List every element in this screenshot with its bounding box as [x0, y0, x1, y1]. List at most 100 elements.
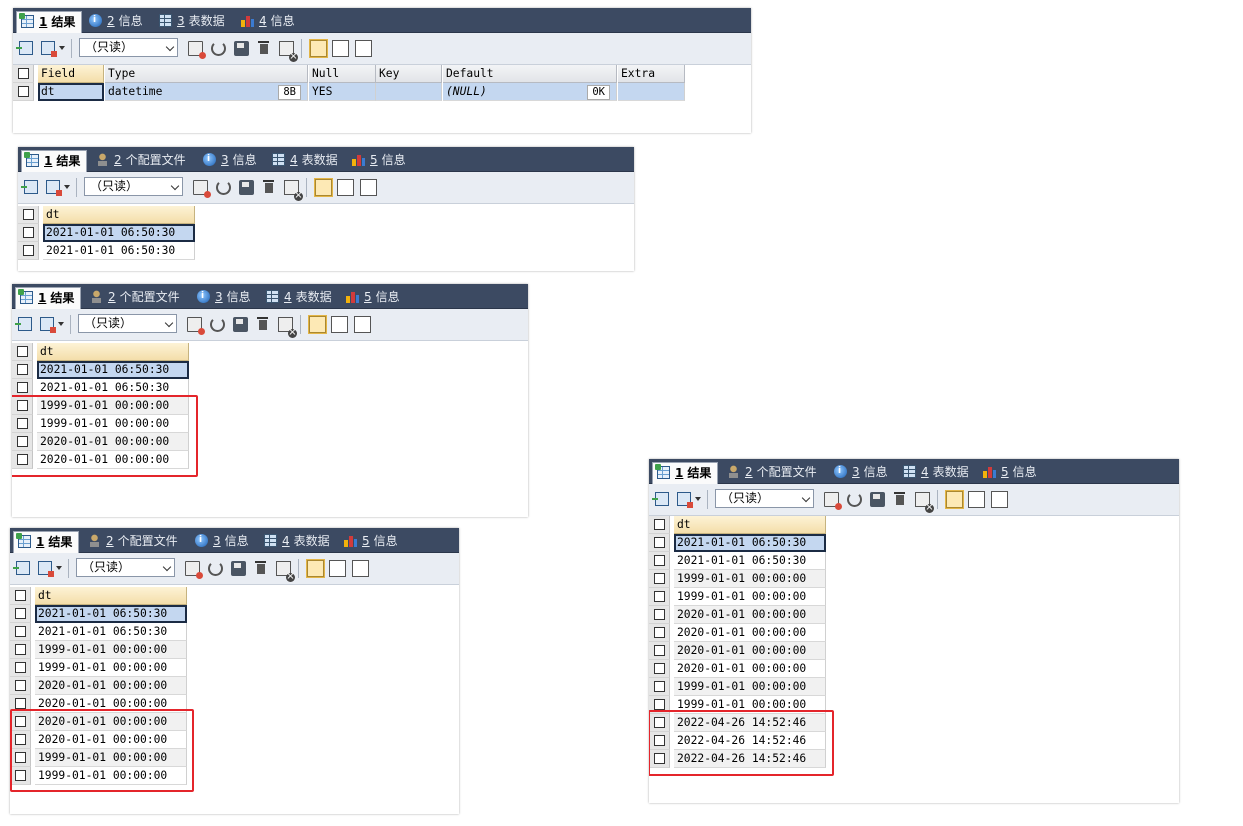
- checkbox[interactable]: [15, 626, 26, 637]
- table-row[interactable]: 2021-01-01 06:50:30: [649, 552, 827, 570]
- tab-info[interactable]: 3信息: [199, 149, 257, 171]
- form-view-icon[interactable]: [329, 560, 346, 577]
- checkbox[interactable]: [654, 699, 665, 710]
- cell-dt[interactable]: 1999-01-01 00:00:00: [35, 659, 187, 677]
- tab-profiles[interactable]: 2 个配置文件: [84, 531, 178, 552]
- delete-icon[interactable]: [256, 317, 271, 332]
- tab-profiles[interactable]: 2 个配置文件: [723, 462, 817, 483]
- save-icon[interactable]: [234, 41, 249, 56]
- column-header[interactable]: Null: [309, 65, 376, 83]
- text-view-icon[interactable]: [360, 179, 377, 196]
- clear-icon[interactable]: [915, 492, 934, 513]
- cell-dt[interactable]: 2021-01-01 06:50:30: [43, 242, 195, 260]
- grid-view-icon[interactable]: [308, 315, 327, 334]
- tab-result[interactable]: 1 结果: [21, 150, 87, 172]
- tab-info[interactable]: 3信息: [830, 461, 888, 483]
- checkbox[interactable]: [23, 209, 34, 220]
- row-select-cell[interactable]: [10, 659, 31, 677]
- row-select-cell[interactable]: [649, 534, 670, 552]
- import-icon[interactable]: [38, 561, 54, 577]
- column-header[interactable]: Type: [105, 65, 308, 83]
- row-select-cell[interactable]: [649, 624, 670, 642]
- table-row[interactable]: 2020-01-01 00:00:00: [649, 660, 827, 678]
- form-view-icon[interactable]: [332, 40, 349, 57]
- save-icon[interactable]: [239, 180, 254, 195]
- row-select-cell[interactable]: [649, 606, 670, 624]
- cell-dt[interactable]: 1999-01-01 00:00:00: [35, 641, 187, 659]
- readonly-select[interactable]: （只读）: [715, 489, 814, 508]
- checkbox[interactable]: [654, 681, 665, 692]
- cell-dt[interactable]: 2021-01-01 06:50:30: [674, 534, 826, 552]
- table-row[interactable]: 2021-01-01 06:50:30: [12, 361, 190, 379]
- cell-field[interactable]: dt: [38, 83, 104, 101]
- text-view-icon[interactable]: [352, 560, 369, 577]
- cell-extra[interactable]: [618, 83, 685, 101]
- table-row[interactable]: 2020-01-01 00:00:00: [649, 642, 827, 660]
- table-row[interactable]: 1999-01-01 00:00:00: [649, 570, 827, 588]
- cell-dt[interactable]: 2021-01-01 06:50:30: [43, 224, 195, 242]
- select-all-cell[interactable]: [18, 206, 39, 224]
- checkbox[interactable]: [654, 573, 665, 584]
- tab-result[interactable]: 1 结果: [15, 287, 81, 309]
- checkbox[interactable]: [17, 364, 28, 375]
- cell-dt[interactable]: 2021-01-01 06:50:30: [674, 552, 826, 570]
- import-icon[interactable]: [41, 41, 57, 57]
- duplicate-row-icon[interactable]: [188, 41, 206, 59]
- table-row[interactable]: 2021-01-01 06:50:30: [18, 224, 196, 242]
- duplicate-row-icon[interactable]: [187, 317, 205, 335]
- cell-type[interactable]: datetime 8B: [105, 83, 308, 101]
- row-select-cell[interactable]: [18, 242, 39, 260]
- checkbox[interactable]: [654, 519, 665, 530]
- select-all-cell[interactable]: [10, 587, 31, 605]
- table-row[interactable]: 2020-01-01 00:00:00: [649, 624, 827, 642]
- row-select-cell[interactable]: [10, 641, 31, 659]
- table-row[interactable]: 2021-01-01 06:50:30: [10, 623, 188, 641]
- select-all-cell[interactable]: [12, 343, 33, 361]
- row-select-cell[interactable]: [649, 678, 670, 696]
- delete-icon[interactable]: [257, 41, 272, 56]
- select-all-cell[interactable]: [649, 516, 670, 534]
- chevron-down-icon[interactable]: [58, 322, 64, 326]
- add-row-icon[interactable]: [652, 492, 669, 506]
- checkbox[interactable]: [654, 645, 665, 656]
- save-icon[interactable]: [231, 561, 246, 576]
- column-header[interactable]: Extra: [618, 65, 685, 83]
- chevron-down-icon[interactable]: [59, 46, 65, 50]
- checkbox[interactable]: [15, 644, 26, 655]
- refresh-icon[interactable]: [847, 492, 862, 507]
- text-view-icon[interactable]: [354, 316, 371, 333]
- table-row[interactable]: 2020-01-01 00:00:00: [10, 677, 188, 695]
- clear-icon[interactable]: [279, 41, 298, 62]
- form-view-icon[interactable]: [968, 491, 985, 508]
- tab-info-2[interactable]: 5 信息: [348, 150, 406, 171]
- cell-dt[interactable]: 2020-01-01 00:00:00: [674, 606, 826, 624]
- grid-view-icon[interactable]: [309, 39, 328, 58]
- tab-info[interactable]: 3信息: [191, 530, 249, 552]
- row-select-cell[interactable]: [649, 552, 670, 570]
- checkbox[interactable]: [654, 555, 665, 566]
- chevron-down-icon[interactable]: [695, 497, 701, 501]
- checkbox[interactable]: [654, 537, 665, 548]
- cell-dt[interactable]: 2021-01-01 06:50:30: [35, 605, 187, 623]
- cell-dt[interactable]: 2020-01-01 00:00:00: [674, 624, 826, 642]
- checkbox[interactable]: [654, 663, 665, 674]
- checkbox[interactable]: [18, 68, 29, 79]
- readonly-select[interactable]: （只读）: [79, 38, 178, 57]
- checkbox[interactable]: [23, 227, 34, 238]
- tab-table-data[interactable]: 3 表数据: [155, 11, 225, 32]
- checkbox[interactable]: [654, 591, 665, 602]
- tab-info-2[interactable]: 5 信息: [340, 531, 398, 552]
- cell-dt[interactable]: 1999-01-01 00:00:00: [674, 570, 826, 588]
- delete-icon[interactable]: [254, 561, 269, 576]
- table-row[interactable]: 2021-01-01 06:50:30: [18, 242, 196, 260]
- checkbox[interactable]: [15, 590, 26, 601]
- duplicate-row-icon[interactable]: [824, 492, 842, 510]
- column-header-dt[interactable]: dt: [37, 343, 189, 361]
- save-icon[interactable]: [870, 492, 885, 507]
- add-row-icon[interactable]: [21, 180, 38, 194]
- grid-view-icon[interactable]: [945, 490, 964, 509]
- tab-info[interactable]: 2信息: [85, 10, 143, 32]
- tab-result[interactable]: 1 结果: [16, 11, 82, 33]
- row-select-cell[interactable]: [649, 660, 670, 678]
- tab-info-2[interactable]: 4 信息: [237, 11, 295, 32]
